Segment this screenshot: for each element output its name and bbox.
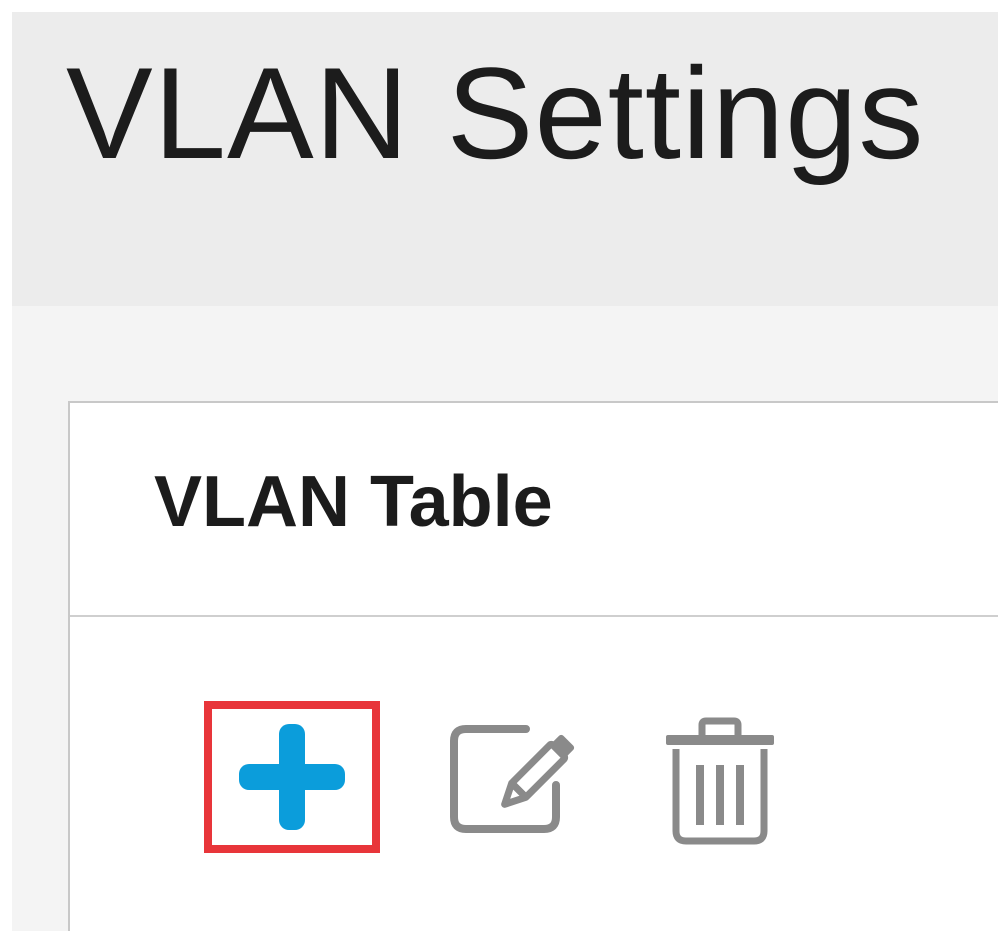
vlan-table-panel: VLAN Table [68,401,998,931]
add-vlan-button[interactable] [204,701,380,853]
page-title: VLAN Settings [66,40,925,186]
vlan-settings-page: VLAN Settings VLAN Table [12,12,998,931]
page-header: VLAN Settings [12,12,998,306]
trash-icon [666,717,774,845]
edit-icon [450,725,575,833]
vlan-table-title: VLAN Table [154,462,553,542]
plus-icon [239,724,345,830]
vlan-table-toolbar [70,617,998,931]
delete-vlan-button[interactable] [662,717,778,845]
edit-vlan-button[interactable] [448,721,588,837]
